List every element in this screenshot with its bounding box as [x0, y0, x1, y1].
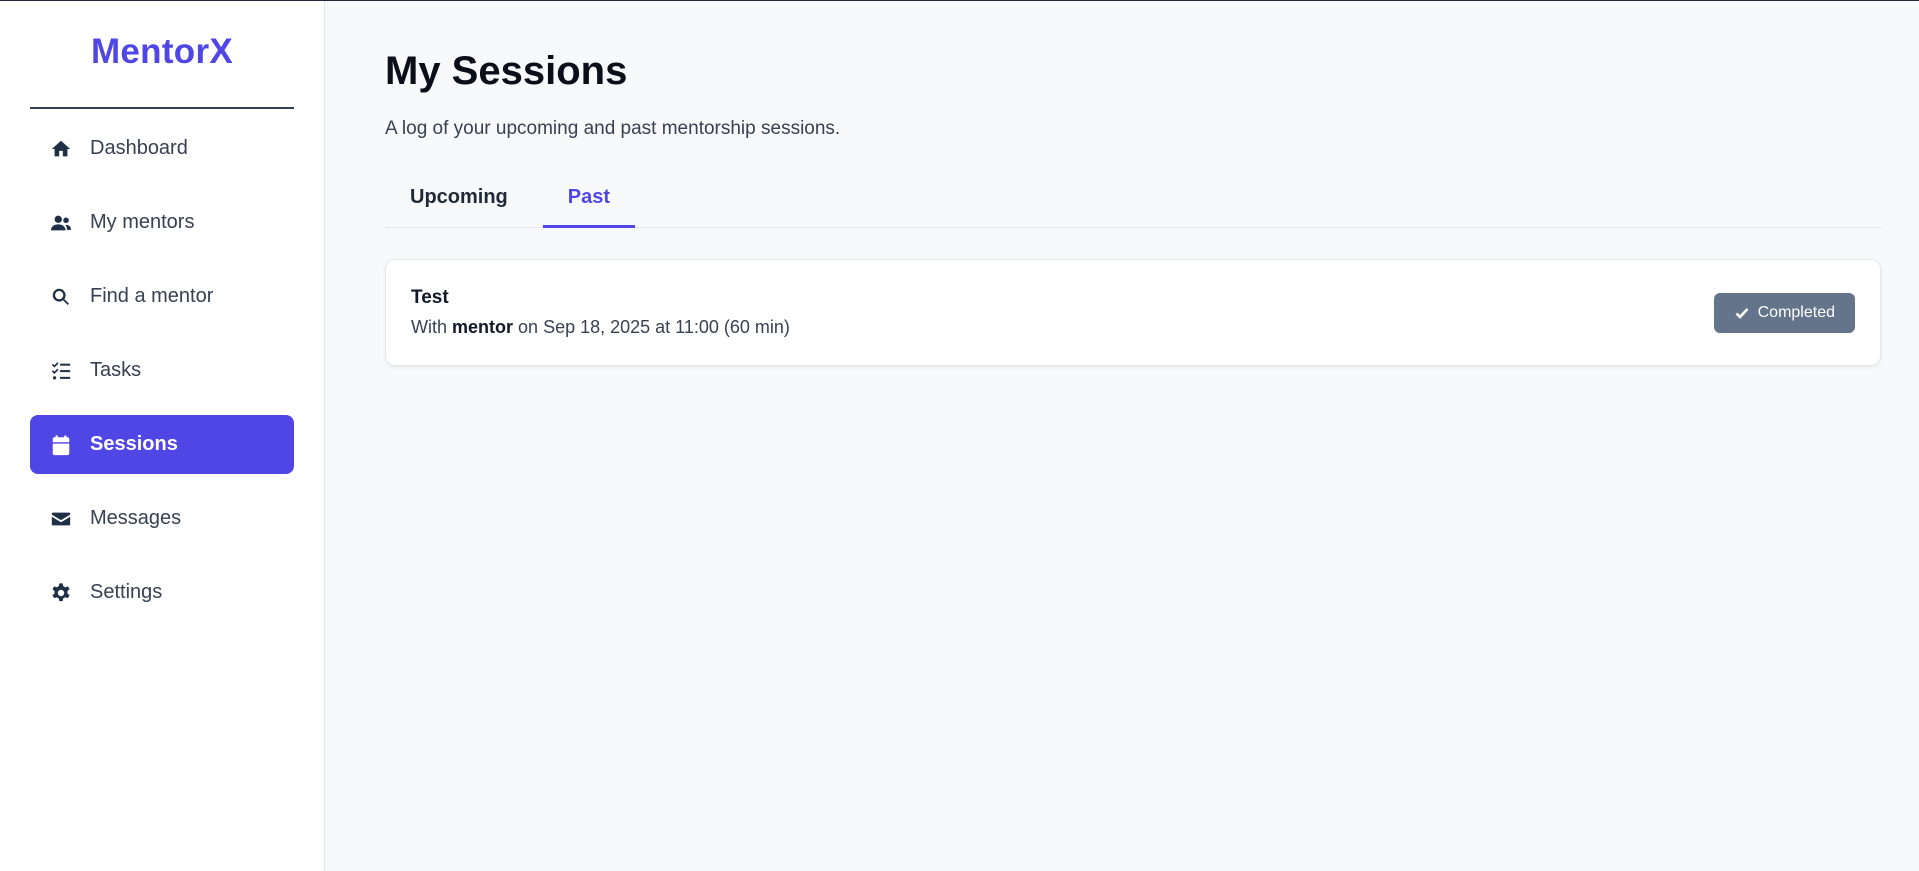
sidebar-item-label: Messages: [90, 507, 182, 529]
main-content: My Sessions A log of your upcoming and p…: [385, 1, 1881, 366]
sidebar-item-label: Dashboard: [90, 137, 188, 159]
status-label: Completed: [1757, 303, 1835, 321]
page-subtitle: A log of your upcoming and past mentorsh…: [385, 118, 841, 139]
tasks-icon: [48, 358, 74, 384]
tab-upcoming[interactable]: Upcoming: [385, 180, 533, 228]
calendar-icon: [48, 432, 74, 458]
sidebar-item-dashboard[interactable]: Dashboard: [30, 119, 294, 178]
sidebar-item-messages[interactable]: Messages: [30, 489, 294, 548]
sidebar-nav: Dashboard My mentors Find a mentor Tasks…: [0, 119, 324, 622]
gear-icon: [48, 580, 74, 606]
session-datetime: on Sep 18, 2025 at 11:00 (60 min): [518, 317, 790, 337]
session-mentor-name: mentor: [452, 317, 514, 337]
users-icon: [48, 210, 74, 236]
brand-logo[interactable]: MentorX: [30, 1, 294, 109]
session-with-label: With: [411, 317, 447, 337]
check-icon: [1735, 307, 1749, 319]
page-title: My Sessions: [385, 49, 628, 93]
session-details: With mentor on Sep 18, 2025 at 11:00 (60…: [411, 317, 790, 338]
sidebar-item-label: Tasks: [90, 359, 142, 381]
home-icon: [48, 136, 74, 162]
sidebar-item-my-mentors[interactable]: My mentors: [30, 193, 294, 252]
session-tabs: Upcoming Past: [385, 180, 1881, 228]
tab-past[interactable]: Past: [542, 180, 636, 228]
sidebar-item-sessions[interactable]: Sessions: [30, 415, 294, 474]
status-badge: Completed: [1713, 292, 1855, 333]
session-title: Test: [411, 287, 449, 308]
sidebar-item-label: Settings: [90, 581, 163, 603]
sidebar-item-settings[interactable]: Settings: [30, 563, 294, 622]
sidebar-item-find-a-mentor[interactable]: Find a mentor: [30, 267, 294, 326]
sidebar-item-label: My mentors: [90, 211, 195, 233]
envelope-icon: [48, 506, 74, 532]
sidebar-item-label: Sessions: [90, 433, 178, 455]
sidebar-item-label: Find a mentor: [90, 285, 214, 307]
sidebar: MentorX Dashboard My mentors Find a ment…: [0, 1, 325, 871]
session-card[interactable]: Test With mentor on Sep 18, 2025 at 11:0…: [385, 259, 1881, 366]
search-icon: [48, 284, 74, 310]
session-info: Test With mentor on Sep 18, 2025 at 11:0…: [411, 287, 790, 338]
brand-name: MentorX: [90, 32, 234, 71]
sidebar-item-tasks[interactable]: Tasks: [30, 341, 294, 400]
